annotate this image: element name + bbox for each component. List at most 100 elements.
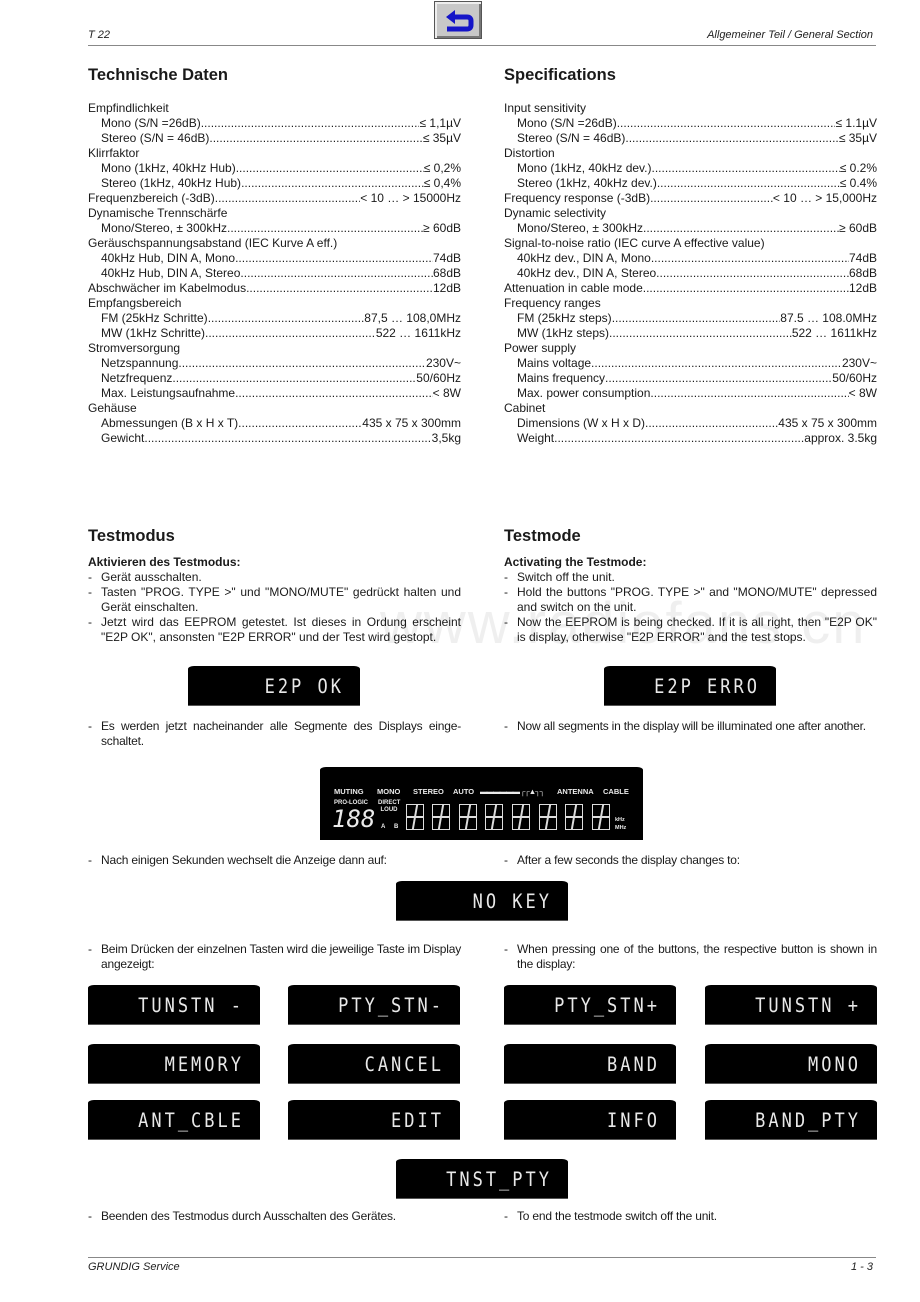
lcd-text: NO KEY xyxy=(472,890,552,914)
lcd-text: TNST_PTY xyxy=(446,1168,552,1192)
spec-value: 12dB xyxy=(432,281,461,295)
specs-de-title: Technische Daten xyxy=(88,66,228,84)
spec-value: ≤ 0,4% xyxy=(423,176,461,190)
label-b: B xyxy=(394,824,399,830)
indicator-antenna: ANTENNA xyxy=(557,787,594,796)
back-button[interactable] xyxy=(434,1,482,39)
end-note-en: To end the testmode switch off the unit. xyxy=(504,1209,877,1224)
segment-digit xyxy=(539,804,557,830)
section-label: Allgemeiner Teil / General Section xyxy=(707,29,873,41)
spec-label: FM (25kHz steps) xyxy=(517,311,612,325)
spec-value: < 8W xyxy=(432,386,461,400)
leader-dots xyxy=(554,431,804,446)
leader-dots xyxy=(643,221,839,236)
spec-value: < 10 … > 15,000Hz xyxy=(772,191,877,205)
lcd-e2p-error: E2P ERRO xyxy=(604,666,776,706)
spec-label: MW (1kHz steps) xyxy=(517,326,610,340)
spec-label: Abschwächer im Kabelmodus xyxy=(88,281,247,295)
spec-value: 3,5kg xyxy=(431,431,461,445)
segment-digit xyxy=(485,804,503,830)
spec-row: Attenuation in cable mode 12dB xyxy=(504,281,877,296)
press-note-de: Beim Drücken der einzelnen Tasten wird d… xyxy=(88,942,461,972)
spec-value: 74dB xyxy=(848,251,877,265)
spec-row: Mono (1kHz, 40kHz Hub) ≤ 0,2% xyxy=(88,161,461,176)
spec-label: Mains voltage xyxy=(517,356,592,370)
segment-digit xyxy=(565,804,583,830)
lcd-tnst-pty: TNST_PTY xyxy=(396,1159,568,1199)
test-en-subtitle: Activating the Testmode: xyxy=(504,555,647,569)
lcd-text: EDIT xyxy=(391,1109,444,1133)
step: Hold the buttons "PROG. TYPE >" and "MON… xyxy=(504,585,877,615)
spec-row: 40kHz dev., DIN A, Mono 74dB xyxy=(504,251,877,266)
spec-category: Dynamic selectivity xyxy=(504,206,607,220)
leader-dots xyxy=(144,431,431,446)
leader-dots xyxy=(645,416,778,431)
leader-dots xyxy=(625,131,838,146)
spec-label: Mono (1kHz, 40kHz dev.) xyxy=(517,161,652,175)
spec-value: approx. 3.5kg xyxy=(804,431,877,445)
lcd-button-display: PTY_STN+ xyxy=(504,985,676,1025)
leader-dots xyxy=(609,326,792,341)
spec-value: 68dB xyxy=(432,266,461,280)
spec-label: Frequency response (-3dB) xyxy=(504,191,651,205)
lcd-text: PTY_STN- xyxy=(338,994,444,1018)
spec-value: ≤ 35µV xyxy=(422,131,461,145)
test-de-subtitle: Aktivieren des Testmodus: xyxy=(88,555,241,569)
lcd-button-display: CANCEL xyxy=(288,1044,460,1084)
lcd-text: BAND xyxy=(607,1053,660,1077)
lcd-button-display: PTY_STN- xyxy=(288,985,460,1025)
leader-dots xyxy=(241,176,424,191)
lcd-button-display: EDIT xyxy=(288,1100,460,1140)
leader-dots xyxy=(227,221,423,236)
spec-row: Abschwächer im Kabelmodus 12dB xyxy=(88,281,461,296)
footer-rule xyxy=(88,1257,876,1258)
spec-row: Max. power consumption < 8W xyxy=(504,386,877,401)
spec-row: 40kHz dev., DIN A, Stereo 68dB xyxy=(504,266,877,281)
spec-row: MW (1kHz Schritte) 522 … 1611kHz xyxy=(88,326,461,341)
lcd-text: TUNSTN + xyxy=(755,994,861,1018)
lcd-button-display: MONO xyxy=(705,1044,877,1084)
leader-dots xyxy=(238,416,362,431)
spec-value: 230V~ xyxy=(841,356,877,370)
spec-category: Geräuschspannungsabstand (IEC Kurve A ef… xyxy=(88,236,338,250)
spec-row: Mono (1kHz, 40kHz dev.) ≤ 0.2% xyxy=(504,161,877,176)
spec-label: Weight xyxy=(517,431,555,445)
segment-digit xyxy=(512,804,530,830)
lcd-button-display: TUNSTN - xyxy=(88,985,260,1025)
spec-label: Attenuation in cable mode xyxy=(504,281,643,295)
spec-label: Frequenzbereich (-3dB) xyxy=(88,191,215,205)
spec-value: 50/60Hz xyxy=(832,371,877,385)
leader-dots xyxy=(643,281,849,296)
spec-row: Mono (S/N =26dB) ≤ 1.1µV xyxy=(504,116,877,131)
spec-label: Max. Leistungsaufnahme xyxy=(101,386,236,400)
leader-dots xyxy=(236,161,424,176)
spec-row: 40kHz Hub, DIN A, Mono 74dB xyxy=(88,251,461,266)
lcd-button-display: TUNSTN + xyxy=(705,985,877,1025)
spec-label: 40kHz Hub, DIN A, Mono xyxy=(101,251,236,265)
spec-value: ≤ 0.4% xyxy=(839,176,877,190)
spec-row: 40kHz Hub, DIN A, Stereo 68dB xyxy=(88,266,461,281)
spec-category: Klirrfaktor xyxy=(88,146,140,160)
leader-dots xyxy=(209,131,422,146)
spec-value: < 10 … > 15000Hz xyxy=(360,191,461,205)
unit-mhz: MHz xyxy=(615,825,627,831)
spec-category: Distortion xyxy=(504,146,555,160)
leader-dots xyxy=(215,191,361,206)
spec-row: Stereo (S/N = 46dB) ≤ 35µV xyxy=(88,131,461,146)
test-de-steps: Aktivieren des Testmodus: Gerät ausschal… xyxy=(88,555,461,645)
note: After a few seconds the display changes … xyxy=(504,853,877,868)
spec-value: 74dB xyxy=(432,251,461,265)
indicator-auto: AUTO xyxy=(453,787,475,796)
spec-label: 40kHz dev., DIN A, Stereo xyxy=(517,266,657,280)
spec-value: 12dB xyxy=(848,281,877,295)
spec-row: FM (25kHz Schritte) 87,5 … 108,0MHz xyxy=(88,311,461,326)
spec-row: Netzfrequenz 50/60Hz xyxy=(88,371,461,386)
lcd-text: MEMORY xyxy=(164,1053,244,1077)
note: Beenden des Testmodus durch Ausschalten … xyxy=(88,1209,461,1224)
leader-dots xyxy=(656,266,849,281)
indicator-muting: MUTING xyxy=(334,787,364,796)
model-label: T 22 xyxy=(88,29,111,41)
lcd-e2p-ok: E2P OK xyxy=(188,666,360,706)
spec-category: Frequency ranges xyxy=(504,296,601,310)
leader-dots xyxy=(612,311,781,326)
